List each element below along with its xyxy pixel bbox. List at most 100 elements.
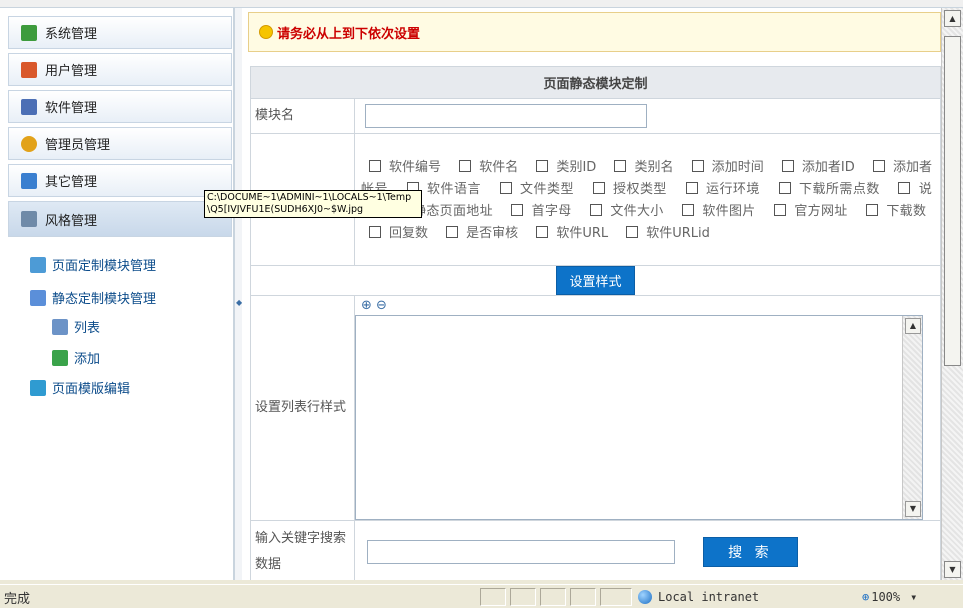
sub-item-template-edit[interactable]: 页面模版编辑 [30, 378, 130, 397]
sidebar-item-software[interactable]: 软件管理 [8, 90, 232, 123]
set-style-button[interactable]: 设置样式 [556, 266, 635, 295]
status-pane [480, 588, 506, 606]
search-button[interactable]: 搜 索 [703, 536, 798, 567]
sidebar-item-label: 软件管理 [45, 101, 98, 116]
field-checkbox[interactable] [592, 181, 605, 194]
status-pane [540, 588, 566, 606]
sub-item-page-module[interactable]: 页面定制模块管理 [30, 255, 156, 274]
users-icon [21, 61, 37, 78]
sub-item-static-module[interactable]: 静态定制模块管理 [30, 288, 156, 307]
field-checkbox-item[interactable]: 软件编号 [361, 159, 447, 175]
scroll-down-icon[interactable]: ▼ [905, 501, 921, 517]
field-checkbox[interactable] [446, 225, 459, 238]
field-checkbox-item[interactable]: 文件类型 [492, 181, 580, 197]
keyword-search-input[interactable] [367, 539, 675, 564]
field-checkbox[interactable] [536, 159, 549, 172]
field-checkbox[interactable] [685, 181, 698, 194]
field-checkbox-item[interactable]: 添加时间 [684, 159, 770, 175]
frame-splitter[interactable]: ◆ [234, 8, 242, 580]
field-checkbox-label: 回复数 [389, 225, 429, 241]
zoom-in-icon[interactable]: ⊕ [361, 298, 372, 313]
security-zone: Local intranet [638, 588, 850, 606]
field-checkbox[interactable] [682, 203, 695, 216]
zoom-magnifier-icon: ⊕ [862, 590, 870, 604]
add-icon [52, 349, 68, 366]
field-checkbox[interactable] [626, 225, 639, 238]
field-checkbox-label: 下载数 [886, 203, 926, 219]
file-path-tooltip: C:\DOCUME~1\ADMINI~1\LOCALS~1\Temp\Q5[IV… [204, 190, 422, 218]
module-name-input[interactable] [365, 104, 647, 128]
chevron-down-icon[interactable]: ▾ [910, 590, 917, 604]
editor-zoom-tools: ⊕ ⊖ [355, 296, 940, 315]
sidebar-item-style[interactable]: 风格管理 [8, 201, 232, 237]
sidebar-item-other[interactable]: 其它管理 [8, 164, 232, 197]
sub-item-label: 添加 [74, 352, 101, 367]
field-checkbox[interactable] [536, 225, 549, 238]
field-checkbox-item[interactable]: 授权类型 [585, 181, 673, 197]
field-checkbox-label: 文件大小 [610, 203, 664, 219]
scroll-up-icon[interactable]: ▲ [905, 318, 921, 334]
window-top-border [0, 0, 963, 8]
field-checkbox[interactable] [511, 203, 524, 216]
template-edit-icon [30, 379, 46, 396]
field-checkbox[interactable] [898, 181, 911, 194]
field-checkbox[interactable] [866, 203, 879, 216]
field-checkbox[interactable] [781, 159, 794, 172]
field-checkbox-label: 文件类型 [519, 181, 574, 197]
admin-person-icon [21, 135, 37, 152]
sidebar-item-system[interactable]: 系统管理 [8, 16, 232, 49]
sub-item-list[interactable]: 列表 [52, 317, 100, 336]
field-checkbox-item[interactable]: 首字母 [503, 203, 577, 219]
static-module-form: 页面静态模块定制 模块名 选择字段 软件编号 软件名 类别ID 类别名 添加时间… [250, 66, 941, 580]
field-checkbox-label: 运行环境 [705, 181, 760, 197]
field-checkbox-item[interactable]: 下载所需点数 [771, 181, 886, 197]
system-settings-icon [21, 24, 37, 41]
monitor-icon [21, 172, 37, 189]
zoom-out-icon[interactable]: ⊖ [376, 298, 387, 313]
field-checkbox-item[interactable]: 运行环境 [678, 181, 766, 197]
field-checkbox[interactable] [369, 159, 381, 172]
field-checkbox-item[interactable]: 回复数 [361, 225, 434, 241]
field-checkbox[interactable] [369, 225, 381, 238]
sub-item-label: 列表 [74, 321, 101, 336]
field-checkbox-label: 下载所需点数 [798, 181, 880, 197]
main-content: 请务必从上到下依次设置 页面静态模块定制 模块名 选择字段 软件编号 软件名 类… [242, 8, 941, 580]
field-checkbox[interactable] [872, 159, 885, 172]
row-style-textarea[interactable]: ▲ ▼ [355, 315, 923, 520]
field-checkbox-label: 静态页面地址 [412, 203, 493, 219]
sidebar-item-label: 其它管理 [45, 175, 98, 190]
scroll-down-icon[interactable]: ▼ [944, 561, 961, 578]
field-checkbox-label: 首字母 [531, 203, 572, 219]
sidebar-item-admins[interactable]: 管理员管理 [8, 127, 232, 160]
field-checkbox-item[interactable]: 类别ID [528, 159, 602, 175]
field-checkbox-item[interactable]: 添加者ID [774, 159, 861, 175]
field-checkbox-label: 软件URL [556, 225, 609, 241]
field-checkbox[interactable] [774, 203, 787, 216]
field-checkbox-item[interactable]: 软件名 [451, 159, 524, 175]
field-checkbox[interactable] [614, 159, 627, 172]
status-text: 完成 [4, 592, 31, 607]
field-checkbox-item[interactable]: 下载数 [858, 203, 932, 219]
scroll-thumb[interactable] [944, 36, 961, 366]
field-checkbox-label: 类别ID [556, 159, 597, 175]
field-checkbox-item[interactable]: 是否审核 [438, 225, 524, 241]
field-checkbox[interactable] [691, 159, 704, 172]
field-checkbox[interactable] [459, 159, 472, 172]
zoom-control[interactable]: ⊕ 100% ▾ [862, 588, 917, 606]
field-checkbox-item[interactable]: 软件图片 [674, 203, 762, 219]
sub-item-add[interactable]: 添加 [52, 348, 100, 367]
field-checkbox-item[interactable]: 软件URLid [618, 225, 716, 241]
field-checkbox-item[interactable]: 软件URL [528, 225, 614, 241]
field-checkbox-label: 类别名 [634, 159, 674, 175]
field-checkbox[interactable] [499, 181, 512, 194]
zone-label: Local intranet [658, 590, 760, 604]
field-checkbox-item[interactable]: 文件大小 [582, 203, 670, 219]
page-scrollbar[interactable]: ▲ ▼ [941, 8, 963, 580]
textarea-scrollbar[interactable]: ▲ ▼ [902, 316, 922, 519]
field-checkbox-item[interactable]: 类别名 [606, 159, 679, 175]
field-checkbox-item[interactable]: 官方网址 [766, 203, 854, 219]
field-checkbox[interactable] [590, 203, 603, 216]
scroll-up-icon[interactable]: ▲ [944, 10, 961, 27]
field-checkbox[interactable] [778, 181, 791, 194]
sidebar-item-users[interactable]: 用户管理 [8, 53, 232, 86]
